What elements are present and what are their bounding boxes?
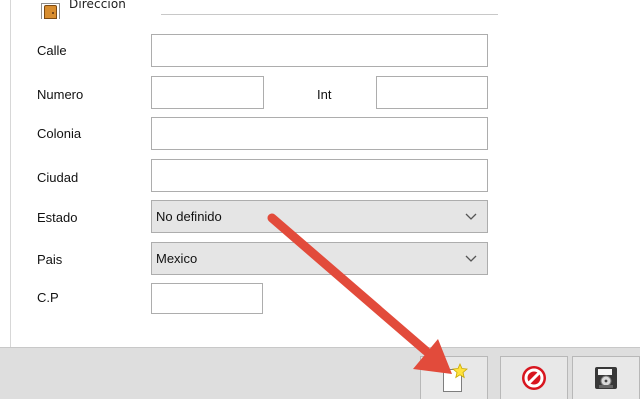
calle-input[interactable] xyxy=(151,34,488,67)
colonia-input[interactable] xyxy=(151,117,488,150)
save-disk-icon xyxy=(595,367,617,389)
address-form-window: Dirección Calle Numero Int Colonia Ciuda… xyxy=(0,0,640,399)
estado-label: Estado xyxy=(37,210,78,225)
pais-selected-value: Mexico xyxy=(156,251,198,266)
save-button[interactable] xyxy=(572,356,640,399)
estado-select[interactable]: No definido xyxy=(151,200,488,233)
new-record-button[interactable] xyxy=(420,356,488,399)
interior-input[interactable] xyxy=(376,76,488,109)
chevron-down-icon xyxy=(465,255,477,262)
cancel-button[interactable] xyxy=(500,356,568,399)
numero-input[interactable] xyxy=(151,76,264,109)
ciudad-input[interactable] xyxy=(151,159,488,192)
address-group-header: Dirección xyxy=(39,0,126,22)
cp-label: C.P xyxy=(37,290,59,305)
address-form-panel: Dirección Calle Numero Int Colonia Ciuda… xyxy=(10,0,640,347)
ciudad-label: Ciudad xyxy=(37,170,79,185)
action-toolbar xyxy=(0,347,640,399)
chevron-down-icon xyxy=(465,213,477,220)
address-group-title: Dirección xyxy=(69,0,127,11)
colonia-label: Colonia xyxy=(37,126,82,141)
estado-selected-value: No definido xyxy=(156,209,222,224)
new-document-icon xyxy=(440,363,468,393)
door-icon xyxy=(39,2,65,20)
interior-label: Int xyxy=(317,87,332,102)
calle-label: Calle xyxy=(37,43,67,58)
cp-input[interactable] xyxy=(151,283,263,314)
group-top-border xyxy=(161,14,498,15)
pais-select[interactable]: Mexico xyxy=(151,242,488,275)
cancel-icon xyxy=(522,366,546,390)
numero-label: Numero xyxy=(37,87,84,102)
pais-label: Pais xyxy=(37,252,63,267)
